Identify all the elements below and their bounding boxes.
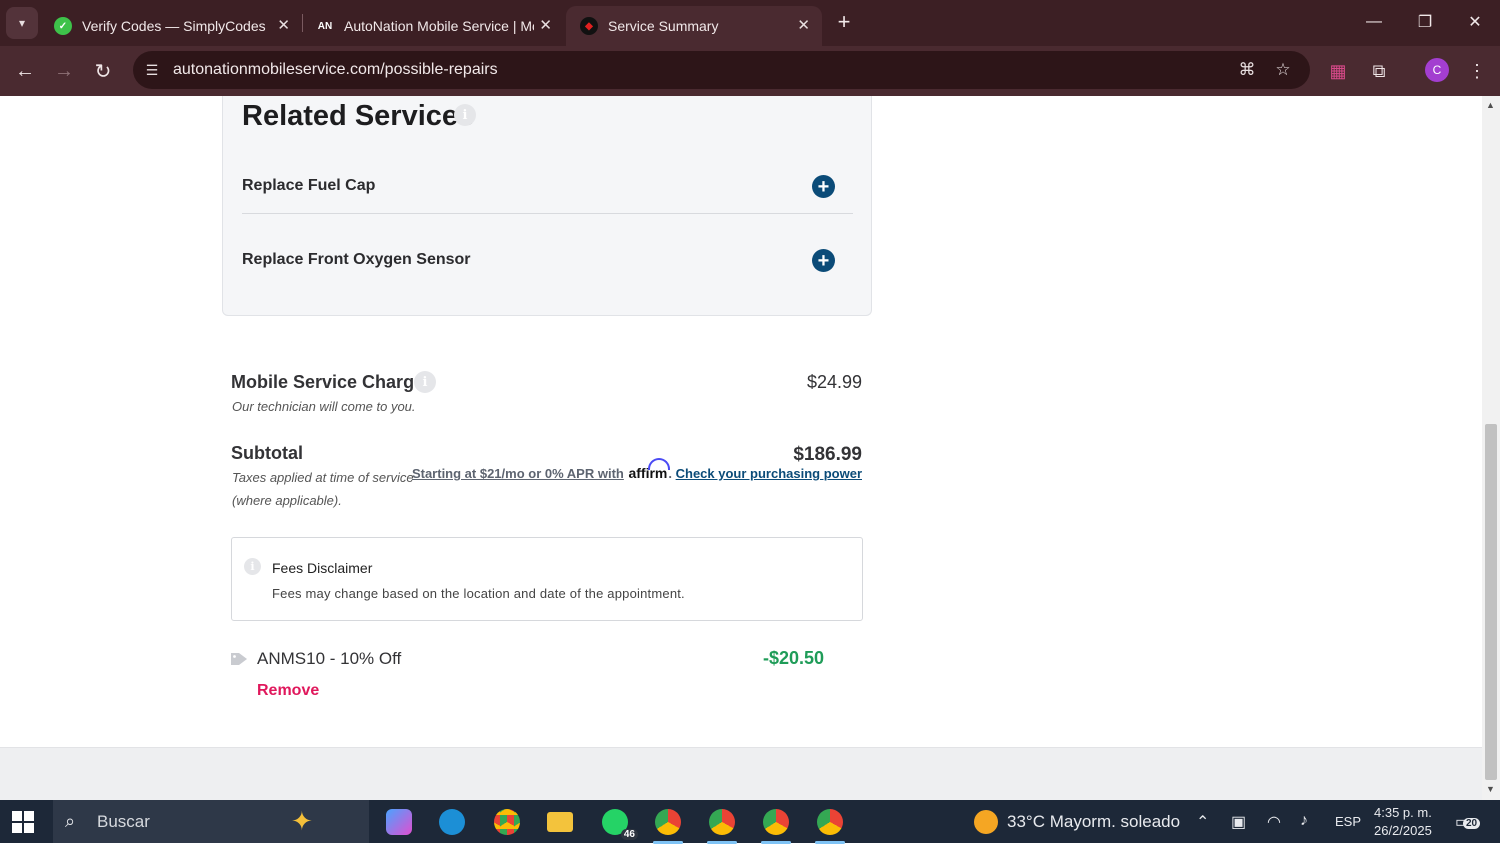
fees-disclaimer-box: i Fees Disclaimer Fees may change based … bbox=[231, 537, 863, 621]
tab-title: Verify Codes — SimplyCodes bbox=[82, 18, 266, 34]
tab-autonation[interactable]: AN AutoNation Mobile Service | Mo ✕ bbox=[302, 6, 564, 46]
purchasing-power-link[interactable]: Check your purchasing power bbox=[676, 466, 862, 481]
notifications-icon[interactable]: ▭20 bbox=[1455, 812, 1481, 832]
taskbar-search[interactable]: ⌕ Buscar ✦ bbox=[53, 800, 369, 843]
copilot-app-icon[interactable] bbox=[380, 804, 418, 840]
chrome-profile-s-icon[interactable] bbox=[649, 804, 687, 844]
scroll-down-icon[interactable]: ▼ bbox=[1486, 784, 1495, 794]
address-bar[interactable]: ☰ autonationmobileservice.com/possible-r… bbox=[133, 51, 1310, 89]
tab-service-summary[interactable]: ◆ Service Summary ✕ bbox=[566, 6, 822, 46]
search-icon: ⌕ bbox=[65, 811, 76, 831]
fees-text: Fees may change based on the location an… bbox=[272, 586, 685, 601]
service-row-fuel-cap: Replace Fuel Cap + bbox=[242, 167, 853, 207]
weather-text: 33°C Mayorm. soleado bbox=[1007, 812, 1181, 831]
tab-search-dropdown-icon[interactable]: ▾ bbox=[6, 7, 38, 39]
info-icon: i bbox=[244, 558, 261, 575]
clock-date: 26/2/2025 bbox=[1374, 823, 1432, 838]
taskbar-clock[interactable]: 4:35 p. m. 26/2/2025 bbox=[1374, 804, 1432, 840]
copilot-sparkle-icon: ✦ bbox=[291, 806, 313, 836]
edge-app-icon[interactable] bbox=[433, 804, 471, 840]
info-icon[interactable]: i bbox=[454, 104, 476, 126]
service-label: Replace Fuel Cap bbox=[242, 177, 376, 194]
page-viewport: Related Services i Replace Fuel Cap + Re… bbox=[0, 96, 1482, 800]
service-row-oxygen-sensor: Replace Front Oxygen Sensor + bbox=[242, 241, 853, 281]
weather-sun-icon bbox=[974, 810, 998, 834]
tab-simplycodes[interactable]: ✓ Verify Codes — SimplyCodes ✕ bbox=[40, 6, 302, 46]
subtotal-title: Subtotal bbox=[231, 443, 303, 463]
back-icon[interactable]: ← bbox=[10, 56, 40, 86]
tab-title: AutoNation Mobile Service | Mo bbox=[344, 18, 534, 34]
site-settings-icon[interactable]: ☰ bbox=[143, 61, 161, 79]
affirm-financing[interactable]: Starting at $21/mo or 0% APR with affirm… bbox=[412, 458, 862, 481]
add-service-button[interactable]: + bbox=[812, 175, 835, 198]
close-tab-icon[interactable]: ✕ bbox=[797, 16, 810, 34]
reload-icon[interactable]: ↻ bbox=[88, 56, 118, 86]
chrome-app-icon[interactable] bbox=[488, 804, 526, 840]
browser-toolbar: ← → ↻ ☰ autonationmobileservice.com/poss… bbox=[0, 46, 1500, 96]
page-footer bbox=[0, 747, 1482, 800]
autonation-icon: AN bbox=[317, 20, 333, 32]
close-window-icon[interactable]: ✕ bbox=[1455, 8, 1495, 36]
affirm-prefix[interactable]: Starting at $21/mo or 0% APR with bbox=[412, 466, 624, 481]
meet-camera-icon[interactable]: ▣ bbox=[1231, 812, 1246, 832]
remove-promo-button[interactable]: Remove bbox=[257, 682, 319, 700]
mobile-charge-title: Mobile Service Charge bbox=[231, 372, 425, 392]
scroll-up-icon[interactable]: ▲ bbox=[1486, 100, 1495, 110]
url-text[interactable]: autonationmobileservice.com/possible-rep… bbox=[173, 61, 498, 79]
related-services-title: Related Services bbox=[242, 100, 475, 132]
extensions-puzzle-icon[interactable]: ⧉ bbox=[1366, 58, 1392, 84]
new-tab-icon[interactable]: + bbox=[830, 8, 858, 36]
mobile-charge-subtitle: Our technician will come to you. bbox=[232, 399, 416, 414]
tray-overflow-chevron-icon[interactable]: ⌃ bbox=[1196, 812, 1209, 832]
bookmark-star-icon[interactable]: ☆ bbox=[1272, 59, 1294, 81]
profile-avatar[interactable]: C bbox=[1425, 58, 1449, 82]
fees-title: Fees Disclaimer bbox=[272, 560, 373, 576]
price-tag-icon bbox=[231, 653, 247, 665]
weather-widget[interactable]: 33°C Mayorm. soleado bbox=[974, 810, 1180, 834]
wifi-icon[interactable]: ◠ bbox=[1267, 812, 1281, 832]
notification-count: 20 bbox=[1463, 818, 1481, 829]
page-scrollbar[interactable]: ▲ ▼ bbox=[1482, 96, 1500, 800]
promo-discount-amount: -$20.50 bbox=[763, 648, 825, 668]
autonation-red-icon: ◆ bbox=[580, 17, 598, 35]
service-label: Replace Front Oxygen Sensor bbox=[242, 251, 471, 268]
windows-start-icon[interactable] bbox=[12, 811, 34, 833]
search-placeholder: Buscar bbox=[97, 812, 150, 831]
translate-icon[interactable]: ⌘ bbox=[1236, 59, 1258, 81]
divider bbox=[242, 213, 853, 214]
windows-taskbar: ⌕ Buscar ✦ 46 33°C Mayorm. soleado ⌃ ▣ ◠… bbox=[0, 800, 1500, 844]
info-icon[interactable]: i bbox=[414, 371, 436, 393]
affirm-logo: affirm bbox=[628, 458, 671, 481]
simplycodes-icon: ✓ bbox=[54, 17, 72, 35]
whatsapp-app-icon[interactable]: 46 bbox=[596, 804, 638, 840]
subtotal-price: $186.99 bbox=[793, 444, 862, 465]
chrome-profile-g-icon[interactable] bbox=[757, 804, 795, 844]
browser-menu-icon[interactable]: ⋮ bbox=[1464, 58, 1490, 84]
close-tab-icon[interactable]: ✕ bbox=[277, 16, 290, 34]
clock-time: 4:35 p. m. bbox=[1374, 805, 1432, 820]
extension-gift-icon[interactable]: ▦ bbox=[1325, 58, 1351, 84]
chrome-profile-p-icon[interactable] bbox=[811, 804, 849, 844]
volume-icon[interactable]: ♪ bbox=[1300, 812, 1308, 830]
tab-title: Service Summary bbox=[608, 18, 719, 34]
related-services-card: Related Services i Replace Fuel Cap + Re… bbox=[222, 96, 872, 316]
scrollbar-thumb[interactable] bbox=[1485, 424, 1497, 780]
minimize-icon[interactable]: — bbox=[1354, 8, 1394, 36]
close-tab-icon[interactable]: ✕ bbox=[539, 16, 552, 34]
subtotal-tax-note: Taxes applied at time of service (where … bbox=[232, 470, 414, 508]
browser-tab-bar: ▾ ✓ Verify Codes — SimplyCodes ✕ AN Auto… bbox=[0, 0, 1500, 46]
mobile-charge-price: $24.99 bbox=[806, 372, 862, 392]
add-service-button[interactable]: + bbox=[812, 249, 835, 272]
forward-icon[interactable]: → bbox=[49, 56, 79, 86]
chrome-profile-c-icon[interactable] bbox=[703, 804, 741, 844]
promo-code: ANMS10 - 10% Off bbox=[257, 649, 402, 668]
restore-icon[interactable]: ❐ bbox=[1405, 8, 1445, 36]
file-explorer-icon[interactable] bbox=[541, 804, 579, 840]
whatsapp-badge: 46 bbox=[620, 829, 638, 840]
language-indicator[interactable]: ESP bbox=[1335, 814, 1361, 829]
